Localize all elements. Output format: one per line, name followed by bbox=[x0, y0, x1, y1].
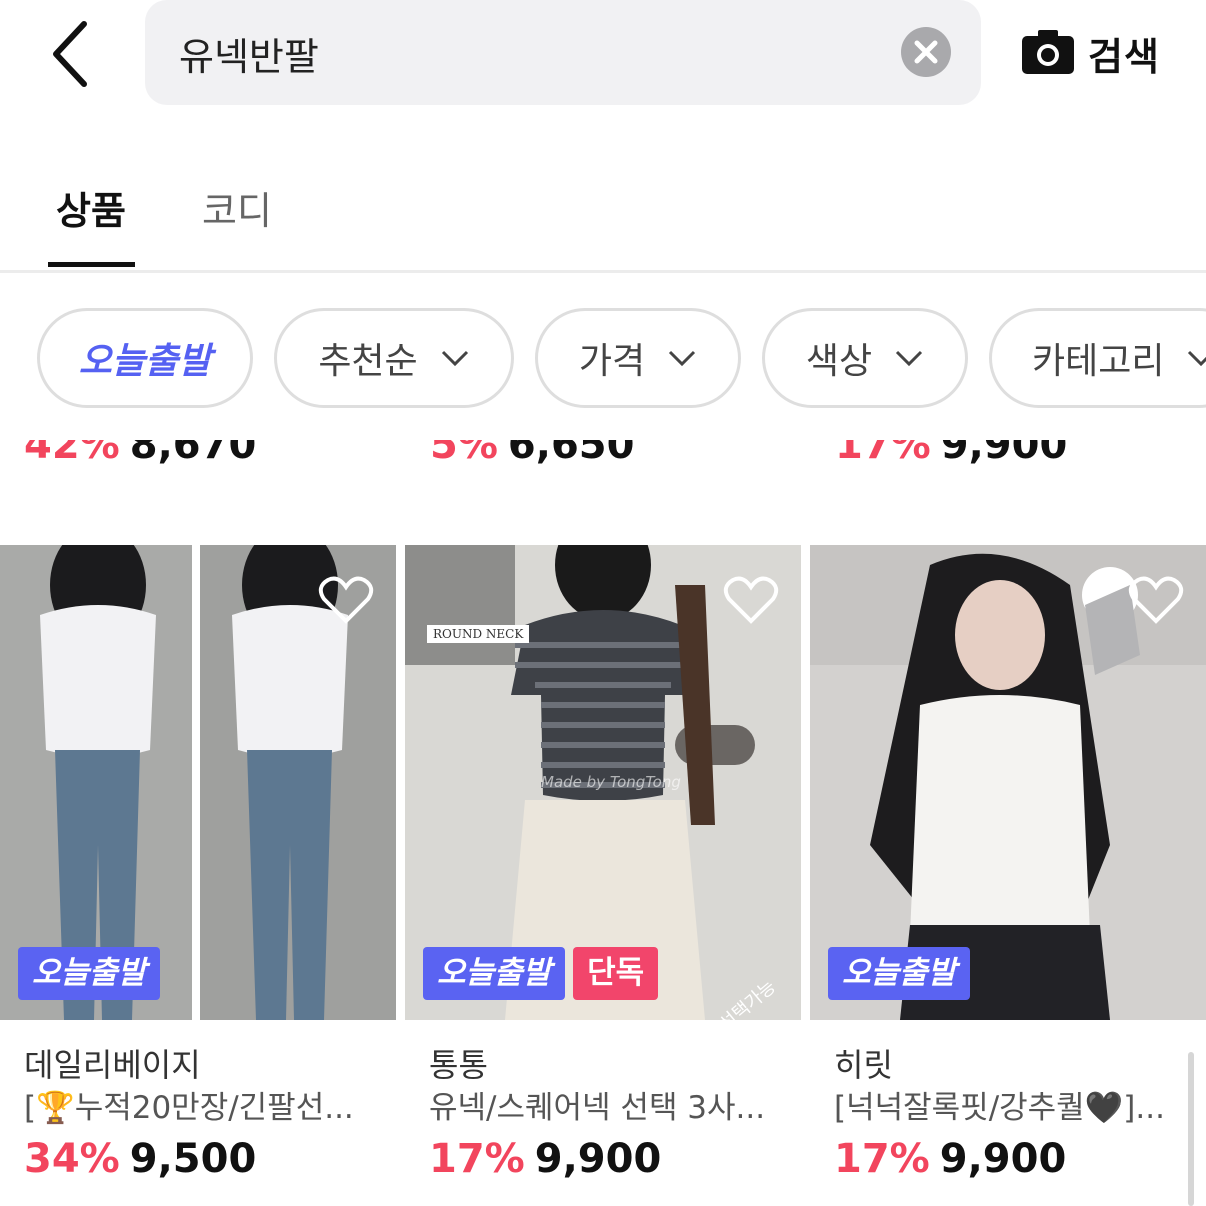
brand-name[interactable]: 통통 bbox=[429, 1040, 801, 1084]
discount-rate: 17% bbox=[834, 1136, 930, 1182]
search-input[interactable] bbox=[177, 22, 881, 84]
filter-chip-bar: 오늘출발 추천순 가격 색상 카테고리 bbox=[0, 308, 1206, 414]
product-card[interactable]: 오늘출발 데일리베이지 [🏆누적20만장/긴팔선... 34% 9,500 bbox=[0, 545, 396, 1182]
chevron-down-icon bbox=[1188, 350, 1206, 367]
search-submit-button[interactable]: 검색 bbox=[1088, 26, 1160, 81]
cut-price: 5% 6,650 bbox=[430, 440, 635, 465]
chevron-down-icon bbox=[669, 350, 696, 367]
brand-name[interactable]: 히릿 bbox=[834, 1040, 1206, 1084]
product-info: 통통 유넥/스퀘어넥 선택 3사... 17% 9,900 bbox=[405, 1020, 801, 1182]
heart-icon[interactable] bbox=[723, 575, 779, 625]
search-box[interactable] bbox=[145, 0, 981, 105]
price-line: 34% 9,500 bbox=[24, 1136, 396, 1182]
chip-label: 추천순 bbox=[318, 341, 418, 382]
product-image[interactable]: 오늘출발 bbox=[810, 545, 1206, 1020]
chip-label: 오늘출발 bbox=[78, 341, 212, 382]
scrollbar[interactable] bbox=[1188, 1052, 1194, 1206]
chevron-down-icon bbox=[441, 350, 468, 367]
camera-icon[interactable] bbox=[1020, 28, 1076, 76]
price: 9,500 bbox=[129, 1136, 257, 1182]
tab-coordi[interactable]: 코디 bbox=[202, 180, 272, 235]
filter-sort[interactable]: 추천순 bbox=[274, 308, 514, 408]
filter-today-shipping[interactable]: 오늘출발 bbox=[37, 308, 253, 408]
heart-icon[interactable] bbox=[1128, 575, 1184, 625]
product-card[interactable]: ROUND NECK Made by TongTong 넥라인 선택가능 ~3X… bbox=[405, 545, 801, 1182]
badge-group: 오늘출발 bbox=[18, 947, 161, 1000]
today-shipping-badge: 오늘출발 bbox=[828, 947, 971, 1000]
filter-color[interactable]: 색상 bbox=[762, 308, 968, 408]
watermark-text: Made by TongTong bbox=[541, 773, 681, 791]
clear-icon[interactable] bbox=[901, 27, 951, 77]
product-image[interactable]: 오늘출발 bbox=[0, 545, 396, 1020]
round-neck-label: ROUND NECK bbox=[427, 625, 530, 643]
search-header: 검색 bbox=[0, 0, 1206, 110]
chip-label: 가격 bbox=[578, 341, 646, 382]
active-tab-indicator bbox=[48, 262, 135, 267]
price: 9,900 bbox=[939, 1136, 1067, 1182]
product-title[interactable]: [🏆누적20만장/긴팔선... bbox=[24, 1082, 396, 1126]
exclusive-badge: 단독 bbox=[573, 947, 659, 1000]
cut-price: 17% 9,900 bbox=[835, 440, 1068, 465]
today-shipping-badge: 오늘출발 bbox=[18, 947, 161, 1000]
heart-icon[interactable] bbox=[318, 575, 374, 625]
previous-row-prices: 42% 8,670 5% 6,650 17% 9,900 bbox=[0, 440, 1206, 465]
product-card[interactable]: 오늘출발 히릿 [넉넉잘록핏/강추퀄🖤]... 17% 9,900 bbox=[810, 545, 1206, 1182]
back-arrow-icon[interactable] bbox=[40, 14, 110, 94]
price: 9,900 bbox=[534, 1136, 662, 1182]
badge-group: 오늘출발 bbox=[828, 947, 971, 1000]
badge-group: 오늘출발 단독 bbox=[423, 947, 659, 1000]
product-title[interactable]: [넉넉잘록핏/강추퀄🖤]... bbox=[834, 1082, 1206, 1126]
chevron-down-icon bbox=[896, 350, 923, 367]
discount-rate: 17% bbox=[429, 1136, 525, 1182]
product-title[interactable]: 유넥/스퀘어넥 선택 3사... bbox=[429, 1082, 801, 1126]
brand-name[interactable]: 데일리베이지 bbox=[24, 1040, 396, 1084]
cut-price: 42% 8,670 bbox=[24, 440, 257, 465]
today-shipping-badge: 오늘출발 bbox=[423, 947, 566, 1000]
chip-label: 색상 bbox=[805, 341, 873, 382]
product-info: 히릿 [넉넉잘록핏/강추퀄🖤]... 17% 9,900 bbox=[810, 1020, 1206, 1182]
result-tabs: 상품 코디 bbox=[0, 150, 1206, 273]
price-line: 17% 9,900 bbox=[834, 1136, 1206, 1182]
filter-category[interactable]: 카테고리 bbox=[989, 308, 1206, 408]
product-image[interactable]: ROUND NECK Made by TongTong 넥라인 선택가능 ~3X… bbox=[405, 545, 801, 1020]
filter-price[interactable]: 가격 bbox=[535, 308, 741, 408]
chip-label: 카테고리 bbox=[1032, 341, 1165, 382]
discount-rate: 34% bbox=[24, 1136, 120, 1182]
price-line: 17% 9,900 bbox=[429, 1136, 801, 1182]
tab-products[interactable]: 상품 bbox=[56, 180, 126, 235]
product-info: 데일리베이지 [🏆누적20만장/긴팔선... 34% 9,500 bbox=[0, 1020, 396, 1182]
